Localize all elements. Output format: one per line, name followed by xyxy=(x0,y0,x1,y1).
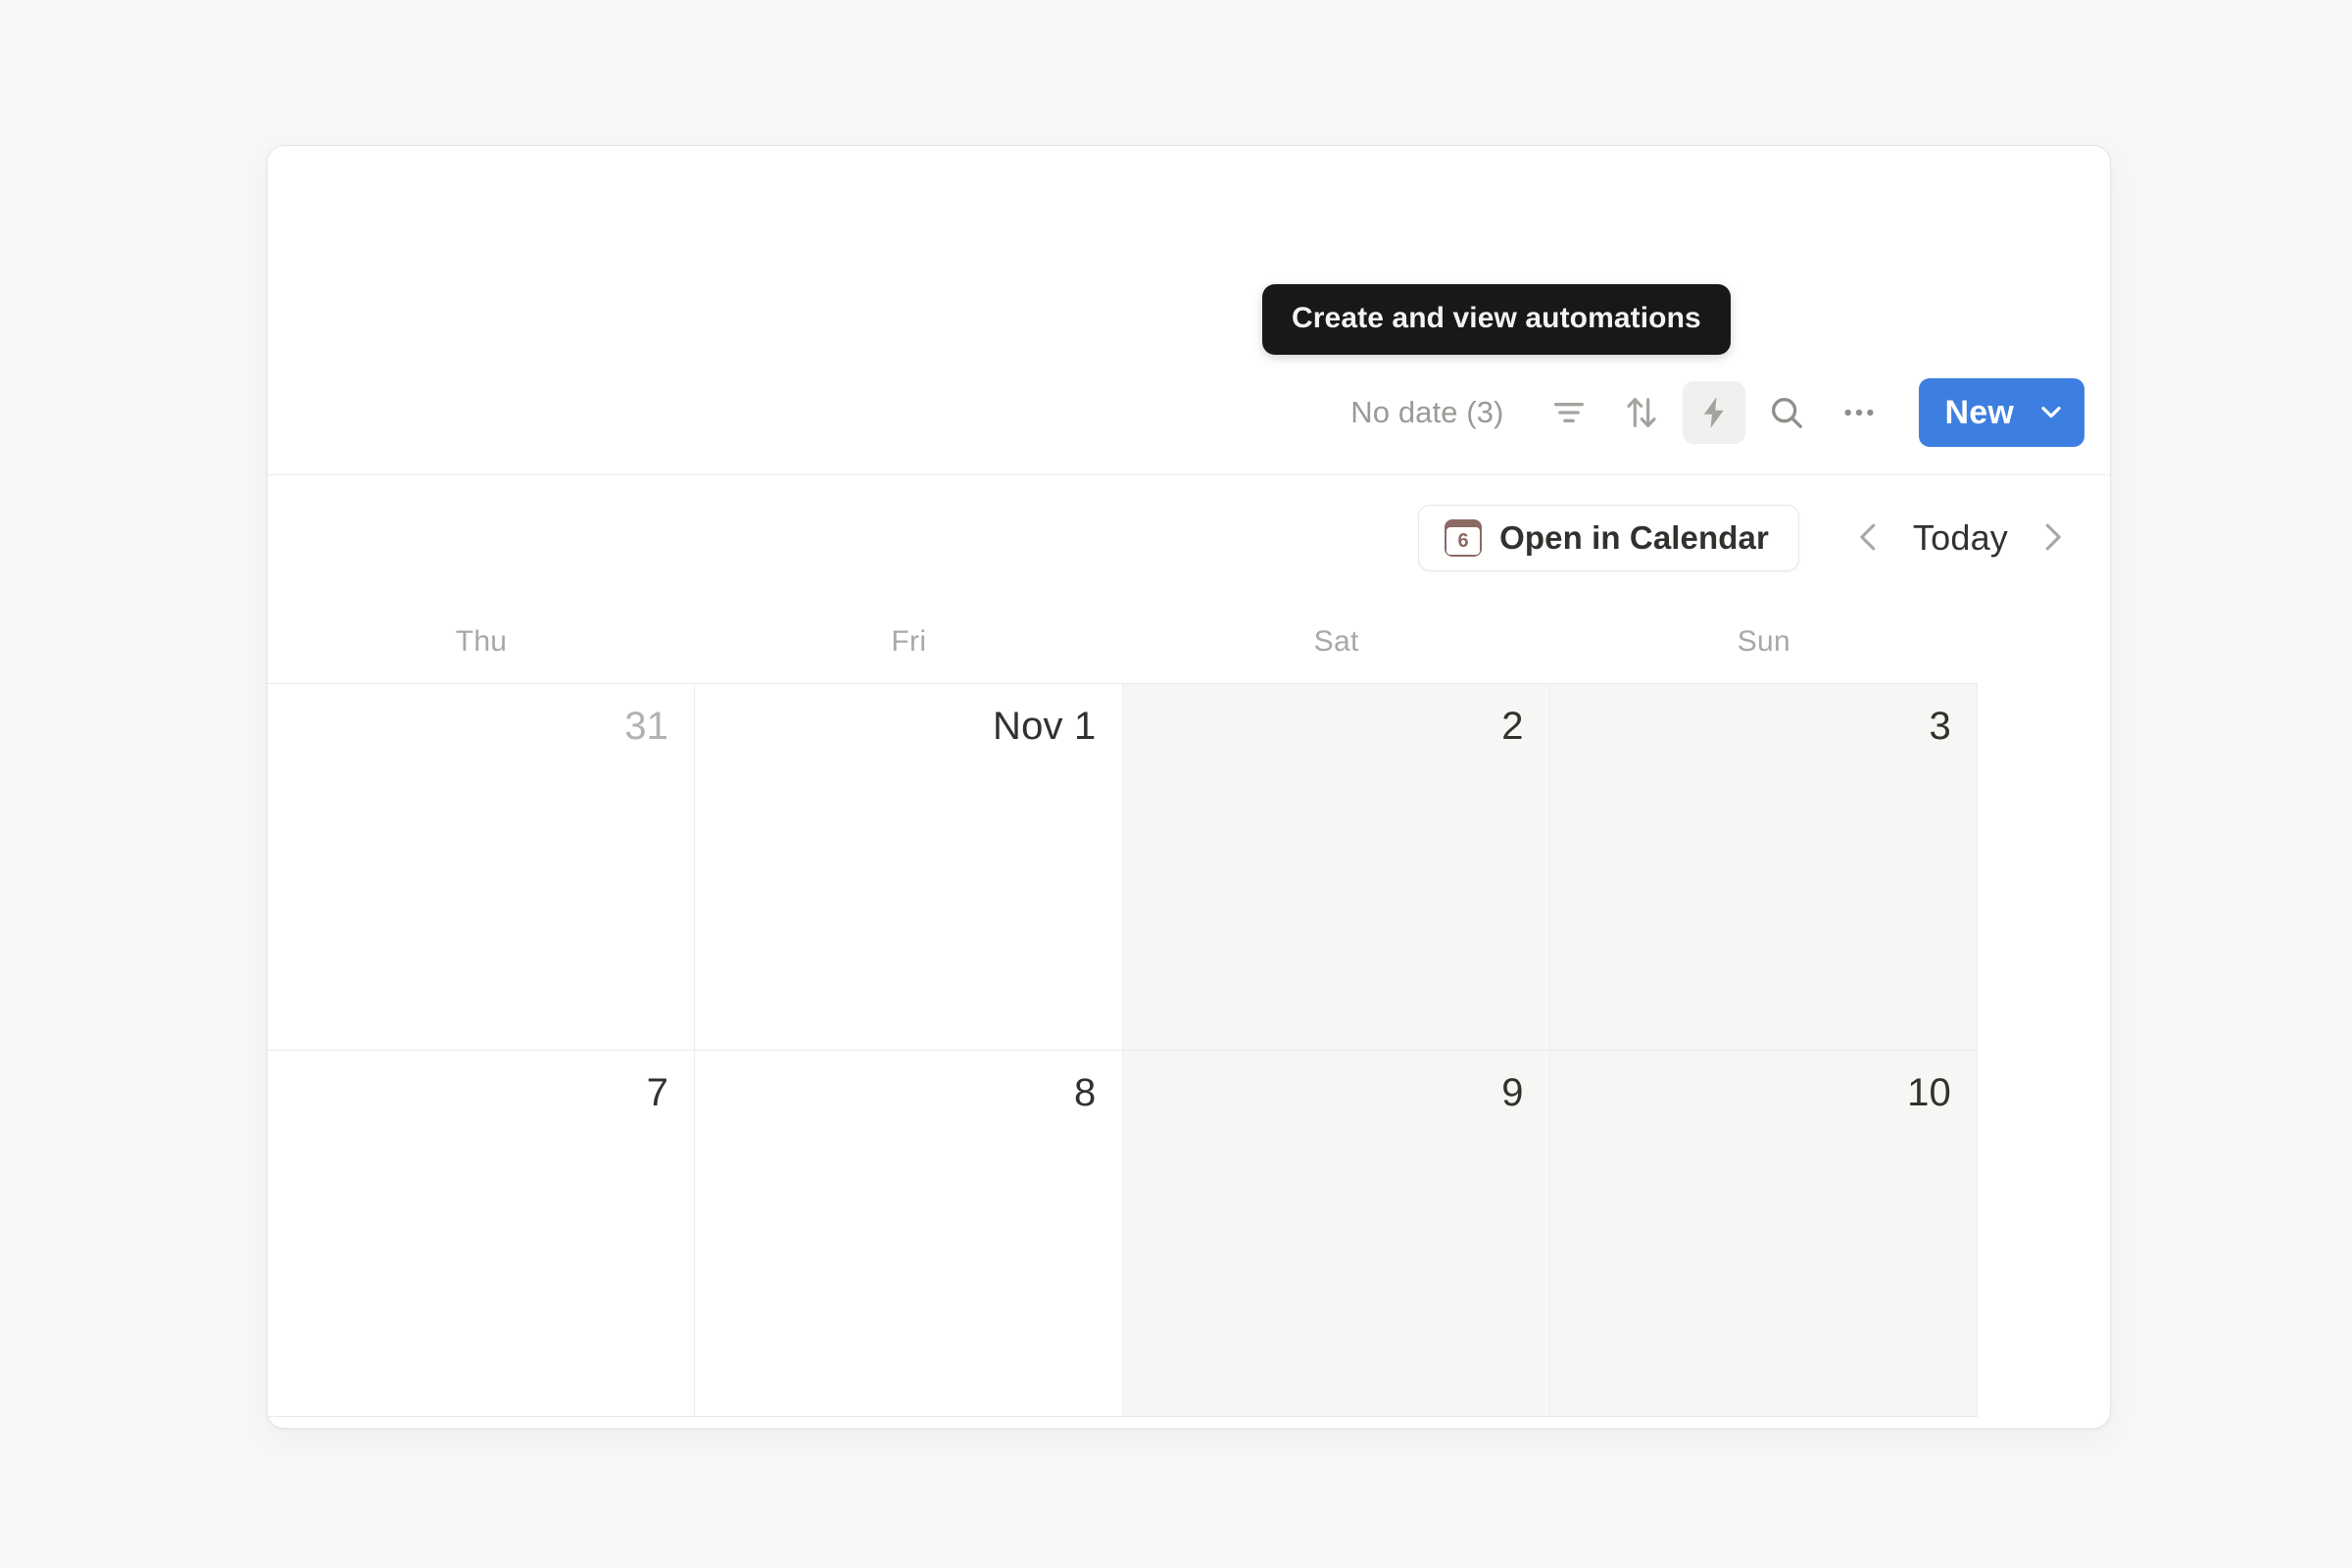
more-options-button[interactable] xyxy=(1828,381,1890,444)
open-in-calendar-button[interactable]: 6 Open in Calendar xyxy=(1418,505,1799,571)
automations-tooltip: Create and view automations xyxy=(1262,284,1731,355)
automations-button[interactable] xyxy=(1683,381,1746,444)
filter-icon xyxy=(1549,393,1589,432)
new-button[interactable]: New xyxy=(1919,378,2084,447)
sort-button[interactable] xyxy=(1610,381,1673,444)
day-of-week-label: Fri xyxy=(891,625,927,658)
calendar-day-cell[interactable]: 7 xyxy=(268,1051,696,1416)
day-of-week-label: Sat xyxy=(1313,625,1359,658)
chevron-right-icon xyxy=(2034,518,2071,559)
search-button[interactable] xyxy=(1755,381,1818,444)
day-of-week-label: Sun xyxy=(1737,625,1791,658)
calendar-day-number: Nov 1 xyxy=(993,705,1097,748)
open-in-calendar-label: Open in Calendar xyxy=(1499,519,1769,556)
calendar-day-cell[interactable]: 31 xyxy=(268,684,696,1050)
new-button-label: New xyxy=(1944,394,2014,431)
view-toolbar: No date (3) New xyxy=(268,146,2110,475)
today-button[interactable]: Today xyxy=(1899,517,2022,559)
lightning-bolt-icon xyxy=(1695,394,1733,431)
database-calendar-card: No date (3) New 6 Open in Calendar Today… xyxy=(267,145,2111,1429)
day-of-week-label: Thu xyxy=(455,625,508,658)
calendar-icon-day: 6 xyxy=(1446,527,1481,555)
chevron-left-icon xyxy=(1850,518,1887,559)
app-root: No date (3) New 6 Open in Calendar Today… xyxy=(0,0,2352,1568)
next-period-button[interactable] xyxy=(2022,508,2082,568)
calendar-day-number: 8 xyxy=(1074,1071,1097,1114)
calendar-day-cell[interactable]: 8 xyxy=(695,1051,1123,1416)
calendar-day-number: 10 xyxy=(1907,1071,1951,1114)
calendar-day-cell[interactable]: 10 xyxy=(1549,1051,1978,1416)
search-icon xyxy=(1767,393,1806,432)
chevron-down-icon[interactable] xyxy=(2035,396,2067,430)
date-navigation: Today xyxy=(1838,508,2082,568)
toolbar-controls: No date (3) New xyxy=(1350,378,2084,447)
calendar-day-number: 9 xyxy=(1501,1071,1524,1114)
calendar-day-number: 7 xyxy=(646,1071,669,1114)
calendar-week-row: 31 Nov 1 2 3 xyxy=(268,684,1978,1051)
sort-icon xyxy=(1622,393,1661,432)
ellipsis-icon xyxy=(1839,393,1879,432)
previous-period-button[interactable] xyxy=(1838,508,1899,568)
calendar-day-cell[interactable]: 2 xyxy=(1122,684,1550,1050)
filter-button[interactable] xyxy=(1538,381,1600,444)
calendar-day-number: 31 xyxy=(624,705,669,748)
calendar-day-number: 2 xyxy=(1501,705,1524,748)
calendar-day-number: 3 xyxy=(1929,705,1951,748)
calendar-grid: 31 Nov 1 2 3 7 8 9 10 xyxy=(268,683,1978,1428)
no-date-count-label[interactable]: No date (3) xyxy=(1350,395,1503,430)
calendar-week-row: 7 8 9 10 xyxy=(268,1051,1978,1417)
calendar-day-cell[interactable]: Nov 1 xyxy=(695,684,1123,1050)
calendar-icon: 6 xyxy=(1445,519,1483,557)
calendar-subheader: 6 Open in Calendar Today xyxy=(268,475,2110,601)
calendar-day-cell[interactable]: 3 xyxy=(1549,684,1978,1050)
calendar-day-cell[interactable]: 9 xyxy=(1122,1051,1550,1416)
day-of-week-header: Thu Fri Sat Sun xyxy=(268,601,1978,683)
